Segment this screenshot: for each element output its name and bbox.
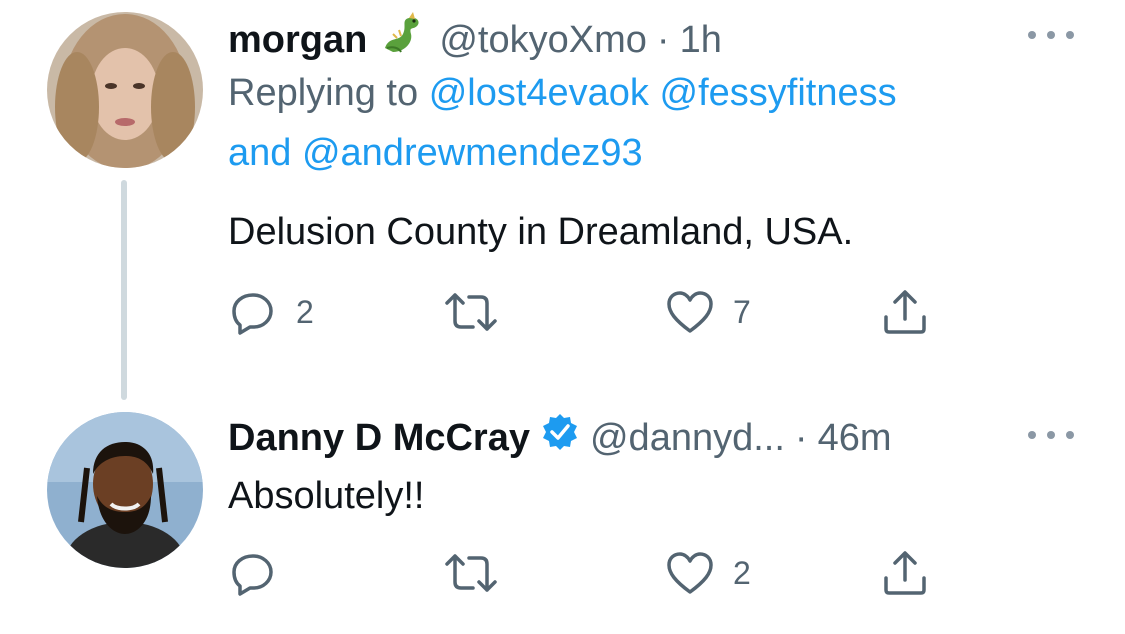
tweet-actions: 2 — [228, 548, 948, 598]
more-dot-icon — [1028, 31, 1036, 39]
reply-icon — [232, 293, 273, 335]
share-icon — [884, 551, 926, 595]
separator-dot: · — [656, 18, 670, 61]
reply-button[interactable]: 2 — [228, 287, 314, 337]
thread-line — [121, 180, 127, 400]
like-button[interactable]: 2 — [665, 548, 751, 598]
retweet-button[interactable] — [443, 548, 517, 598]
mention-link[interactable]: @fessyfitness — [660, 72, 897, 114]
avatar-morgan-image — [47, 12, 203, 168]
replying-prefix: Replying to — [228, 72, 419, 114]
like-count: 7 — [733, 293, 751, 330]
retweet-icon — [445, 554, 497, 592]
tweet-header: morgan @tokyoXmo · 1h — [228, 12, 722, 67]
tweet-actions: 2 7 — [228, 287, 948, 337]
tweet-morgan[interactable]: morgan @tokyoXmo · 1h Replying to @lost4… — [0, 0, 1125, 400]
avatar-danny-image — [47, 412, 203, 568]
more-dot-icon — [1028, 431, 1036, 439]
separator-dot: · — [794, 416, 808, 459]
more-options-button[interactable] — [1028, 425, 1074, 445]
like-button[interactable]: 7 — [665, 287, 751, 337]
verified-badge-icon — [540, 412, 580, 463]
share-icon — [884, 290, 926, 334]
more-options-button[interactable] — [1028, 25, 1074, 45]
like-count: 2 — [733, 554, 751, 591]
reply-button[interactable] — [228, 548, 296, 598]
user-handle[interactable]: @tokyoXmo — [439, 17, 647, 63]
tweet-danny[interactable]: Danny D McCray @dannyd... · 46m Absolute… — [0, 400, 1125, 634]
reply-count: 2 — [296, 293, 314, 330]
and-link[interactable]: and — [228, 132, 291, 174]
user-handle[interactable]: @dannyd... — [590, 415, 785, 461]
replying-to: Replying to @lost4evaok @fessyfitness an… — [228, 63, 1048, 183]
more-dot-icon — [1047, 31, 1055, 39]
more-dot-icon — [1047, 431, 1055, 439]
reply-icon — [232, 554, 273, 596]
share-button[interactable] — [880, 287, 930, 337]
tweet-text: Absolutely!! — [228, 475, 425, 517]
retweet-button[interactable] — [443, 287, 517, 337]
heart-icon — [667, 552, 713, 594]
display-name[interactable]: Danny D McCray — [228, 415, 530, 461]
dragon-emoji-icon — [379, 12, 427, 67]
timestamp[interactable]: 46m — [818, 415, 892, 461]
tweet-text: Delusion County in Dreamland, USA. — [228, 211, 854, 253]
more-dot-icon — [1066, 431, 1074, 439]
heart-icon — [667, 291, 713, 333]
share-button[interactable] — [880, 548, 930, 598]
mention-link[interactable]: @andrewmendez93 — [302, 132, 643, 174]
avatar-morgan[interactable] — [47, 12, 203, 168]
more-dot-icon — [1066, 31, 1074, 39]
mention-link[interactable]: @lost4evaok — [429, 72, 649, 114]
avatar-danny[interactable] — [47, 412, 203, 568]
retweet-icon — [445, 293, 497, 331]
tweet-header: Danny D McCray @dannyd... · 46m — [228, 412, 891, 463]
timestamp[interactable]: 1h — [680, 17, 722, 63]
display-name[interactable]: morgan — [228, 17, 367, 63]
